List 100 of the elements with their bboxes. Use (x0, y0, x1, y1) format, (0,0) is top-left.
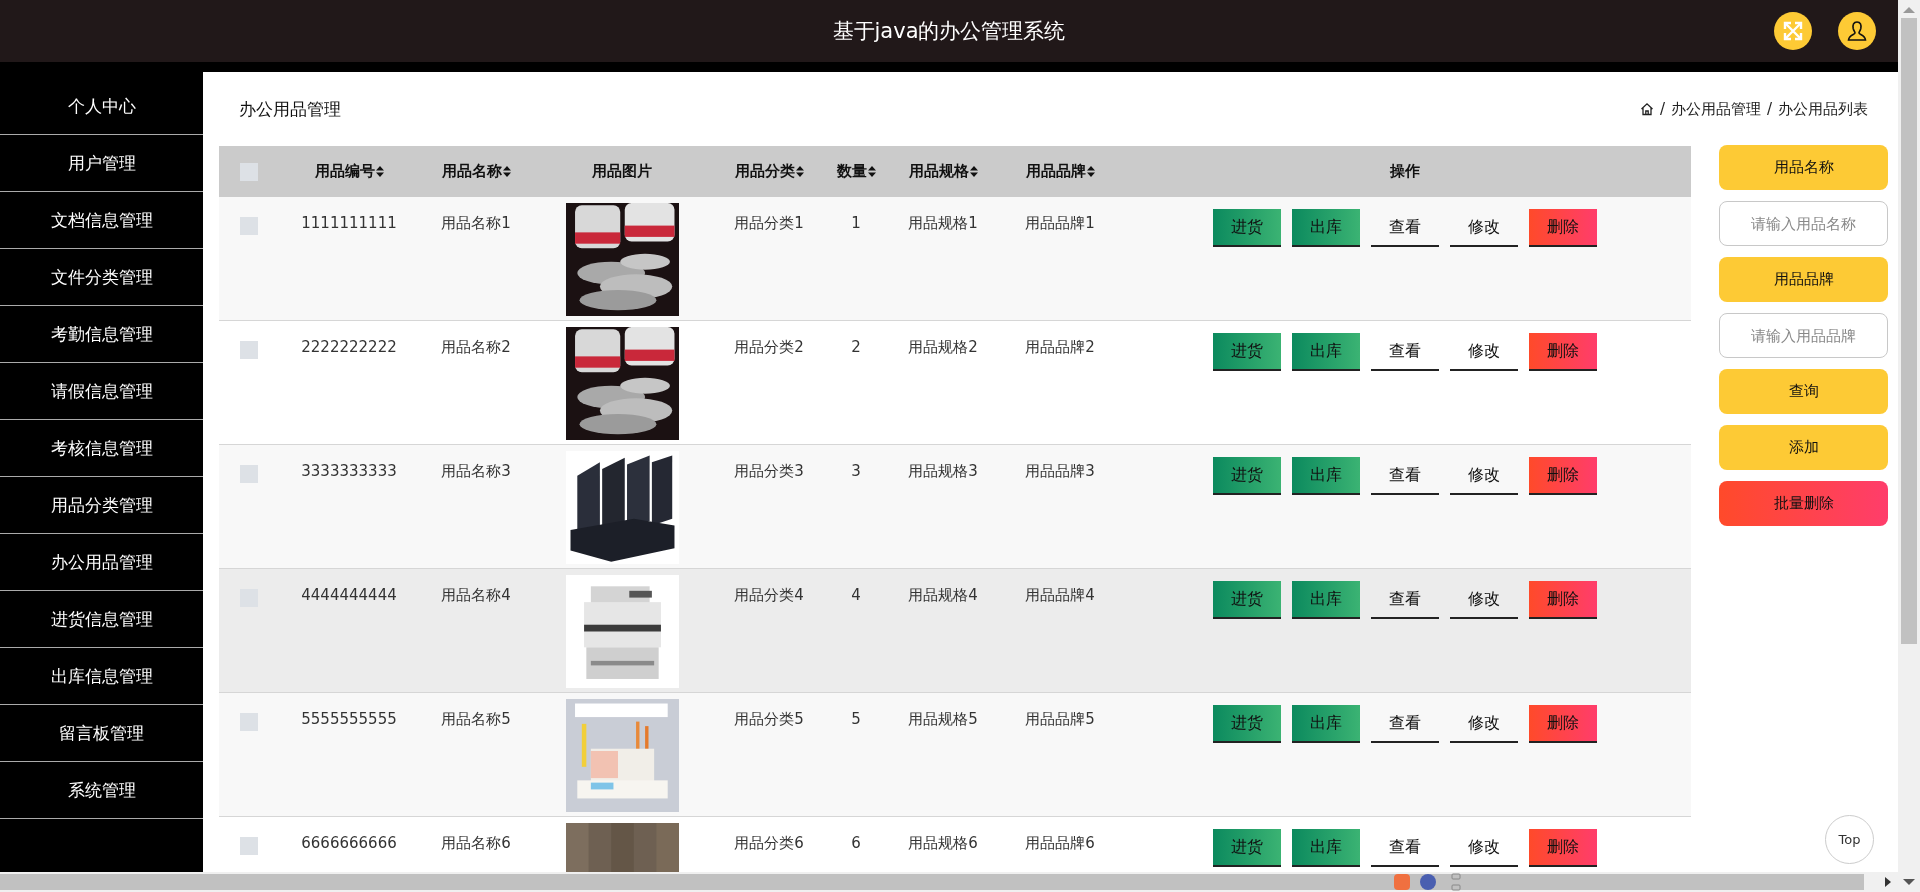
panel-button[interactable]: 添加 (1719, 425, 1888, 470)
spec-cell: 用品规格1 (908, 214, 978, 233)
column-header[interactable]: 用品规格 (908, 162, 969, 181)
column-header: 用品图片 (592, 162, 652, 181)
delete-button[interactable]: 删除 (1529, 705, 1597, 743)
action-button[interactable]: 进货 (1213, 581, 1281, 619)
column-header[interactable]: 用品分类 (734, 162, 795, 181)
action-button[interactable]: 进货 (1213, 457, 1281, 495)
action-button[interactable]: 进货 (1213, 209, 1281, 247)
action-button[interactable]: 出库 (1292, 581, 1360, 619)
action-button[interactable]: 进货 (1213, 705, 1281, 743)
name-cell: 用品名称5 (441, 710, 511, 729)
column-header: 操作 (1390, 162, 1420, 181)
code-cell: 1111111111 (301, 214, 397, 232)
delete-button[interactable]: 删除 (1529, 829, 1597, 867)
delete-button[interactable]: 删除 (1529, 581, 1597, 619)
quantity-cell: 5 (851, 710, 861, 728)
sort-icon[interactable] (1086, 166, 1095, 177)
quantity-cell: 3 (851, 462, 861, 480)
filter-label-button[interactable]: 用品名称 (1719, 145, 1888, 190)
brand-cell: 用品品牌4 (1025, 586, 1095, 605)
action-link[interactable]: 修改 (1450, 209, 1518, 247)
page-title: 办公用品管理 (239, 97, 341, 121)
action-button[interactable]: 出库 (1292, 209, 1360, 247)
action-link[interactable]: 查看 (1371, 333, 1439, 371)
user-icon (1847, 20, 1867, 42)
name-cell: 用品名称3 (441, 462, 511, 481)
brand-cell: 用品品牌2 (1025, 338, 1095, 357)
quantity-cell: 2 (851, 338, 861, 356)
quantity-cell: 4 (851, 586, 861, 604)
home-icon[interactable] (1639, 102, 1654, 116)
row-checkbox[interactable] (240, 837, 258, 855)
app-title: 基于java的办公管理系统 (832, 18, 1066, 45)
quantity-cell: 1 (851, 214, 861, 232)
scroll-right-icon[interactable] (1884, 877, 1892, 887)
spec-cell: 用品规格3 (908, 462, 978, 481)
sort-icon[interactable] (867, 166, 876, 177)
delete-button[interactable]: 删除 (1529, 333, 1597, 371)
panel-button[interactable]: 查询 (1719, 369, 1888, 414)
spec-cell: 用品规格6 (908, 834, 978, 853)
name-cell: 用品名称4 (441, 586, 511, 605)
row-checkbox[interactable] (240, 465, 258, 483)
sort-icon[interactable] (795, 166, 804, 177)
vertical-scrollbar[interactable] (1898, 0, 1920, 892)
brand-cell: 用品品牌6 (1025, 834, 1095, 853)
column-header[interactable]: 用品名称 (441, 162, 502, 181)
category-cell: 用品分类3 (734, 462, 804, 481)
sort-icon[interactable] (969, 166, 978, 177)
spec-cell: 用品规格2 (908, 338, 978, 357)
fullscreen-button[interactable] (1774, 12, 1812, 50)
code-cell: 4444444444 (301, 586, 397, 604)
breadcrumb-separator: / (1659, 100, 1665, 118)
scroll-down-icon[interactable] (1903, 878, 1915, 886)
delete-button[interactable]: 删除 (1529, 457, 1597, 495)
user-button[interactable] (1838, 12, 1876, 50)
spec-cell: 用品规格4 (908, 586, 978, 605)
action-button[interactable]: 出库 (1292, 333, 1360, 371)
action-link[interactable]: 修改 (1450, 457, 1518, 495)
row-checkbox[interactable] (240, 341, 258, 359)
action-link[interactable]: 查看 (1371, 829, 1439, 867)
sort-icon[interactable] (375, 166, 384, 177)
search-field[interactable]: 请输入用品名称 (1719, 201, 1888, 246)
action-link[interactable]: 查看 (1371, 581, 1439, 619)
column-header[interactable]: 用品编号 (314, 162, 375, 181)
spec-cell: 用品规格5 (908, 710, 978, 729)
action-button[interactable]: 进货 (1213, 829, 1281, 867)
action-button[interactable]: 出库 (1292, 705, 1360, 743)
expand-icon (1782, 20, 1804, 42)
filter-label-button[interactable]: 用品品牌 (1719, 257, 1888, 302)
action-link[interactable]: 查看 (1371, 209, 1439, 247)
column-header[interactable]: 用品品牌 (1025, 162, 1086, 181)
search-field[interactable]: 请输入用品品牌 (1719, 313, 1888, 358)
back-to-top-button[interactable]: Top (1825, 815, 1874, 864)
action-link[interactable]: 修改 (1450, 705, 1518, 743)
code-cell: 6666666666 (301, 834, 397, 852)
select-all-checkbox[interactable] (240, 162, 258, 181)
action-link[interactable]: 查看 (1371, 705, 1439, 743)
action-link[interactable]: 修改 (1450, 581, 1518, 619)
sort-icon[interactable] (502, 166, 511, 177)
action-button[interactable]: 出库 (1292, 829, 1360, 867)
breadcrumb-separator: / (1766, 100, 1772, 118)
column-header[interactable]: 数量 (836, 162, 867, 181)
category-cell: 用品分类6 (734, 834, 804, 853)
delete-button[interactable]: 删除 (1529, 209, 1597, 247)
breadcrumb-link[interactable]: 办公用品管理 (1670, 99, 1761, 119)
row-checkbox[interactable] (240, 217, 258, 235)
row-checkbox[interactable] (240, 713, 258, 731)
action-link[interactable]: 修改 (1450, 333, 1518, 371)
horizontal-scrollbar[interactable] (0, 872, 1898, 892)
quantity-cell: 6 (851, 834, 861, 852)
action-button[interactable]: 进货 (1213, 333, 1281, 371)
action-button[interactable]: 出库 (1292, 457, 1360, 495)
batch-delete-button[interactable]: 批量删除 (1719, 481, 1888, 526)
category-cell: 用品分类1 (734, 214, 804, 233)
name-cell: 用品名称6 (441, 834, 511, 853)
breadcrumb-current: 办公用品列表 (1778, 99, 1868, 119)
action-link[interactable]: 修改 (1450, 829, 1518, 867)
name-cell: 用品名称1 (441, 214, 511, 233)
action-link[interactable]: 查看 (1371, 457, 1439, 495)
code-cell: 2222222222 (301, 338, 397, 356)
